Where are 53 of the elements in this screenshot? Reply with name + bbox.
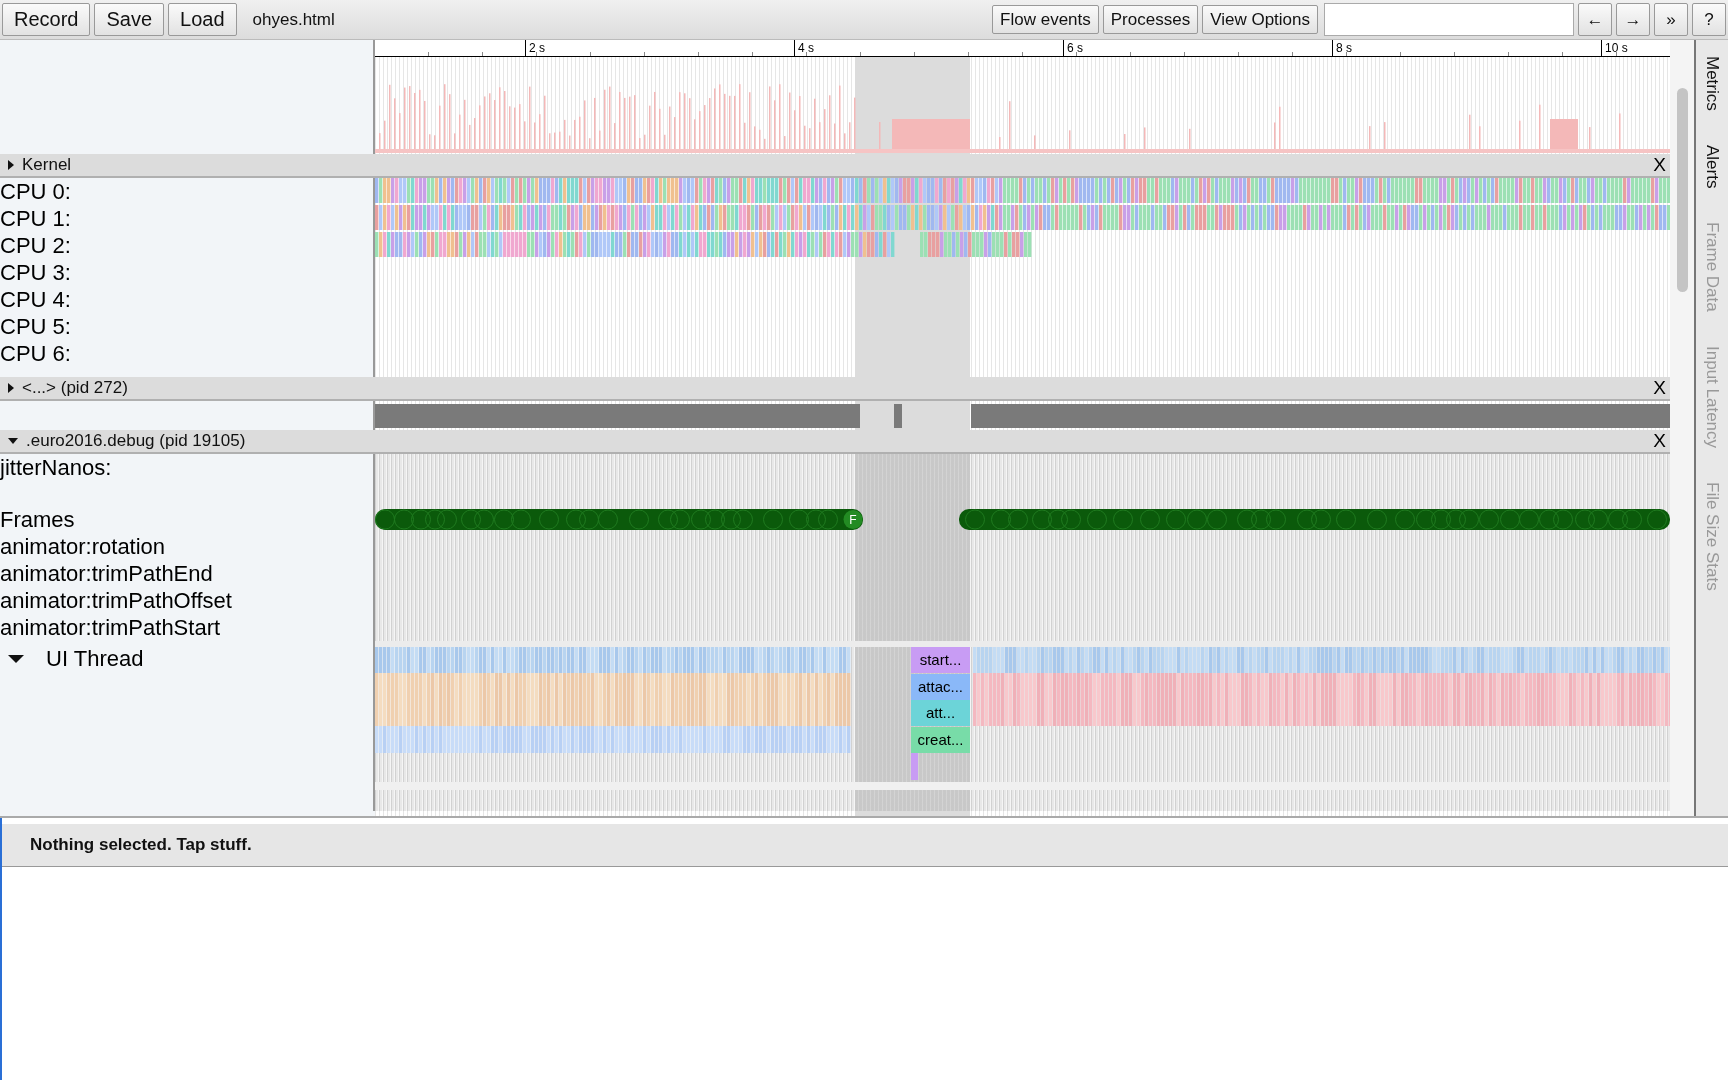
track-label: CPU 5: [0,314,71,339]
track-label: animator:trimPathEnd [0,561,213,586]
tick-label: 4 s [794,40,814,56]
track-label: CPU 4: [0,287,71,312]
track-label: CPU 6: [0,341,71,366]
process-header[interactable]: Kernel X [0,154,1670,178]
file-name: ohyes.html [252,9,335,30]
track-label: UI Thread [46,645,144,672]
trace-slice[interactable]: creat... [911,726,970,753]
expand-triangle-icon[interactable] [8,438,18,444]
close-button[interactable]: X [1653,377,1666,399]
search-field[interactable] [1324,3,1574,36]
nav-button[interactable]: ← [1578,3,1612,36]
view-button[interactable]: Flow events [992,5,1099,34]
toolbar-button[interactable]: Save [94,3,165,36]
process-name: Kernel [22,155,72,175]
process-name: .euro2016.debug (pid 19105) [26,431,246,451]
process-name: <...> (pid 272) [22,378,128,398]
track-label: CPU 0: [0,179,71,204]
tick-label: 8 s [1332,40,1352,56]
track-label: animator:trimPathStart [0,615,221,640]
frames-drawing: F [375,506,1670,533]
track-label: CPU 2: [0,233,71,258]
toolbar-button[interactable]: Load [168,3,237,36]
toolbar-button[interactable]: Record [2,3,91,36]
tick-label: 10 s [1601,40,1628,56]
tick-label: 2 s [525,40,545,56]
side-tab[interactable]: Alerts [1702,128,1722,207]
view-button[interactable]: Processes [1102,5,1199,34]
close-button[interactable]: X [1653,430,1666,452]
status-message: Nothing selected. Tap stuff. [30,835,252,855]
trace-slice[interactable]: start... [911,647,970,673]
tick-label: 6 s [1063,40,1083,56]
process-header[interactable]: .euro2016.debug (pid 19105) X [0,430,1670,454]
expand-triangle-icon[interactable] [8,160,14,170]
view-button[interactable]: View Options [1202,5,1318,34]
track-label: animator:rotation [0,534,166,559]
trace-slice[interactable]: att... [911,700,970,726]
track-label: CPU 3: [0,260,71,285]
expand-triangle-icon[interactable] [8,654,24,663]
nav-button[interactable]: » [1654,3,1688,36]
process-header[interactable]: <...> (pid 272) X [0,377,1670,401]
track-label: jitterNanos: [0,455,112,480]
side-tab[interactable]: Metrics [1702,40,1722,129]
expand-triangle-icon[interactable] [8,383,14,393]
nav-button[interactable]: → [1616,3,1650,36]
scrollbar-thumb[interactable] [1677,88,1688,292]
track-label: Frames [0,507,75,532]
track-label: animator:trimPathOffset [0,588,232,613]
nav-button[interactable]: ? [1692,3,1726,36]
close-button[interactable]: X [1653,154,1666,176]
track-label: CPU 1: [0,206,71,231]
trace-slice[interactable]: attac... [911,673,970,700]
